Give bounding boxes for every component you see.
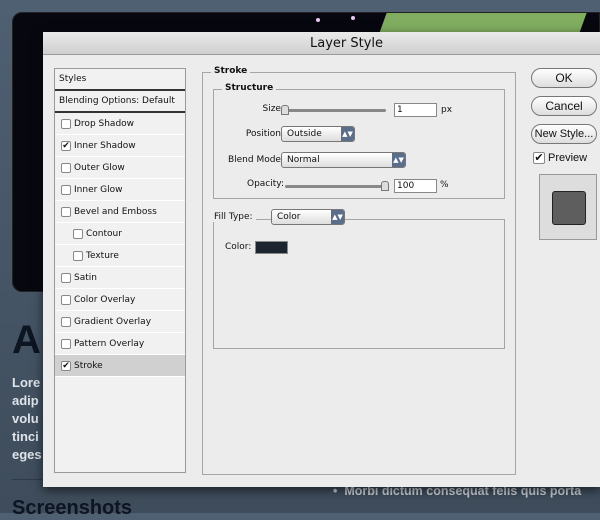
style-item-label: Inner Glow [74,184,123,195]
star [351,16,355,20]
style-item-inner-glow[interactable]: Inner Glow [55,179,185,201]
ok-button[interactable]: OK [531,68,597,88]
styles-list: Styles Blending Options: Default Drop Sh… [54,68,186,473]
color-swatch[interactable] [255,241,288,254]
preview-check-icon[interactable]: ✔ [533,152,545,164]
preview-swatch [552,191,586,225]
style-item-outer-glow[interactable]: Outer Glow [55,157,185,179]
blend-mode-value: Normal [287,155,320,165]
layer-style-dialog: Layer Style Styles Blending Options: Def… [43,32,600,487]
style-item-inner-shadow[interactable]: ✔ Inner Shadow [55,135,185,157]
preview-thumbnail [539,174,597,240]
size-slider-thumb[interactable] [281,105,289,115]
color-label: Color: [225,242,252,252]
checkbox-icon[interactable] [61,162,71,173]
fill-type-label: Fill Type: [211,212,256,222]
style-item-pattern-overlay[interactable]: Pattern Overlay [55,333,185,355]
para-line: Lore [12,375,41,390]
style-item-label: Color Overlay [74,294,136,305]
style-item-stroke[interactable]: ✔ Stroke [55,355,185,377]
checkbox-icon[interactable] [61,272,71,283]
style-item-label: Drop Shadow [74,118,135,129]
style-item-label: Satin [74,272,97,283]
para-line: eges [12,447,42,462]
style-item-contour[interactable]: Contour [55,223,185,245]
page-paragraph: Lore adip volu tinci eges [12,374,42,464]
style-item-label: Bevel and Emboss [74,206,157,217]
checkbox-icon[interactable] [61,206,71,217]
opacity-unit: % [440,180,449,190]
size-input[interactable]: 1 [394,103,437,117]
screenshots-heading: Screenshots [12,497,133,519]
fill-type-value: Color [277,212,301,222]
preview-label: Preview [548,152,588,164]
style-item-label: Outer Glow [74,162,125,173]
fill-type-select[interactable]: Color ▲▼ [271,209,345,225]
para-line: adip [12,393,39,408]
blend-mode-label: Blend Mode: [227,155,284,165]
para-line: tinci [12,429,39,444]
style-item-color-overlay[interactable]: Color Overlay [55,289,185,311]
style-item-label: Pattern Overlay [74,338,145,349]
style-item-texture[interactable]: Texture [55,245,185,267]
opacity-slider-thumb[interactable] [381,181,389,191]
style-item-label: Gradient Overlay [74,316,152,327]
stroke-group: Stroke Structure Size: 1 px Position: Ou… [202,66,516,475]
cancel-button[interactable]: Cancel [531,96,597,116]
size-unit: px [441,105,453,115]
stroke-title: Stroke [211,66,251,76]
position-select[interactable]: Outside ▲▼ [281,126,355,142]
checkbox-icon[interactable]: ✔ [61,360,71,371]
blending-options[interactable]: Blending Options: Default [55,91,185,113]
style-item-label: Stroke [74,360,103,371]
para-line: volu [12,411,39,426]
checkbox-icon[interactable] [73,250,83,261]
structure-title: Structure [222,83,277,93]
style-item-satin[interactable]: Satin [55,267,185,289]
select-arrows-icon: ▲▼ [331,210,344,224]
style-item-gradient-overlay[interactable]: Gradient Overlay [55,311,185,333]
opacity-label: Opacity: [247,179,284,189]
divider [12,479,42,480]
select-arrows-icon: ▲▼ [341,127,354,141]
styles-header[interactable]: Styles [55,69,185,91]
style-item-label: Contour [86,228,122,239]
new-style-button[interactable]: New Style... [531,124,597,144]
style-item-drop-shadow[interactable]: Drop Shadow [55,113,185,135]
position-label: Position: [245,129,284,139]
size-label: Size: [262,104,284,114]
opacity-slider[interactable] [285,181,389,191]
checkbox-icon[interactable] [61,294,71,305]
preview-checkbox[interactable]: ✔ Preview [533,152,587,164]
blend-mode-select[interactable]: Normal ▲▼ [281,152,406,168]
select-arrows-icon: ▲▼ [392,153,405,167]
style-item-label: Inner Shadow [74,140,136,151]
fill-group: Fill Type: Color ▲▼ Color: [211,209,505,349]
checkbox-icon[interactable] [61,316,71,327]
style-item-bevel-and-emboss[interactable]: Bevel and Emboss [55,201,185,223]
checkbox-icon[interactable] [61,184,71,195]
checkbox-icon[interactable] [61,118,71,129]
dialog-title[interactable]: Layer Style [43,32,600,55]
checkbox-icon[interactable]: ✔ [61,140,71,151]
position-value: Outside [287,129,322,139]
size-slider[interactable] [281,105,386,115]
style-item-label: Texture [86,250,119,261]
opacity-input[interactable]: 100 [394,179,437,193]
checkbox-icon[interactable] [61,338,71,349]
star [316,18,320,22]
structure-group: Structure Size: 1 px Position: Outside ▲▼… [213,83,505,199]
checkbox-icon[interactable] [73,228,83,239]
